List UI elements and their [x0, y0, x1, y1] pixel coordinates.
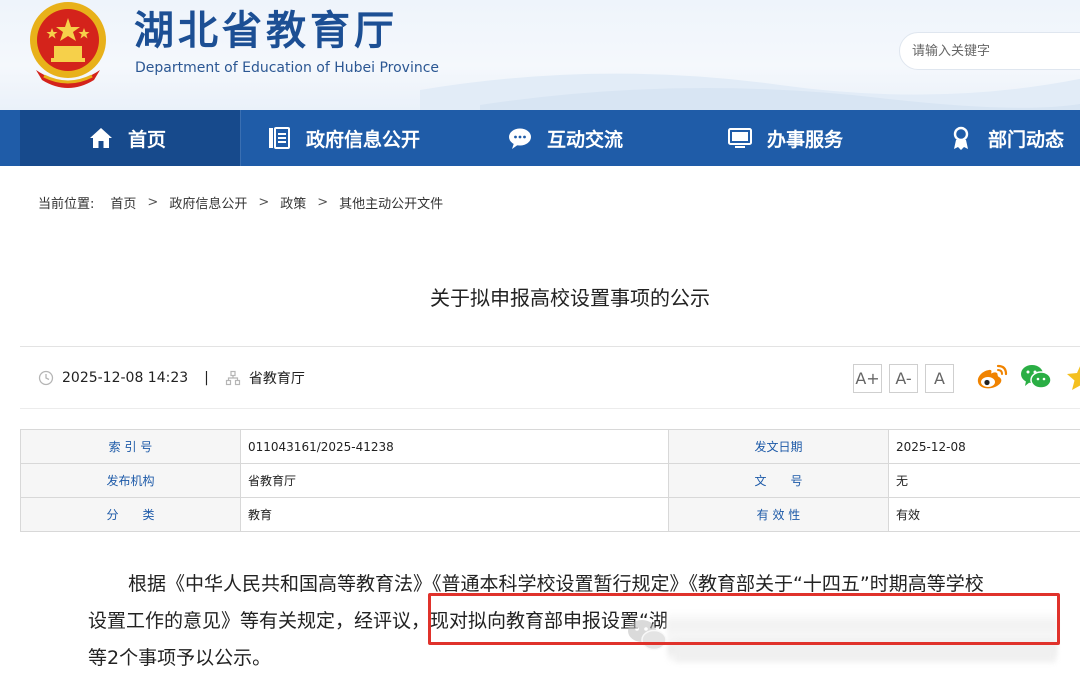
wechat-icon[interactable] — [1019, 362, 1053, 392]
nav-item-gov-info[interactable]: 政府信息公开 — [266, 110, 420, 166]
article-title: 关于拟申报高校设置事项的公示 — [430, 286, 710, 310]
meta-divider-line — [20, 408, 1080, 409]
font-default-label: A — [934, 369, 945, 388]
breadcrumb-separator: > — [147, 194, 159, 210]
info-value-validity: 有效 — [888, 497, 1080, 532]
nav-item-interaction[interactable]: 互动交流 — [507, 110, 623, 166]
site-subtitle: Department of Education of Hubei Provinc… — [135, 60, 440, 76]
clock-icon — [38, 370, 54, 386]
nav-item-label: 互动交流 — [547, 128, 624, 151]
main-nav: 首页 政府信息公开 互动交流 办事服务 部门动态 — [0, 110, 1080, 166]
font-size-default-button[interactable]: A — [925, 364, 954, 393]
font-size-increase-button[interactable]: A+ — [853, 364, 882, 393]
breadcrumb-separator: > — [317, 194, 329, 210]
user-badge-icon — [948, 125, 974, 151]
nav-item-label: 办事服务 — [767, 128, 844, 151]
nav-item-label: 部门动态 — [988, 128, 1065, 151]
organization-icon — [225, 370, 240, 386]
font-decrease-label: A- — [895, 369, 912, 388]
breadcrumb-item-other-files[interactable]: 其他主动公开文件 — [339, 193, 443, 212]
info-key-index-number: 索 引 号 — [20, 429, 241, 464]
search-input[interactable] — [899, 32, 1080, 70]
info-key-document-number: 文 号 — [668, 463, 889, 498]
highlight-annotation-box — [428, 593, 1060, 645]
article-meta: 2025-12-08 14:23 | 省教育厅 — [38, 368, 305, 388]
home-icon — [88, 125, 114, 151]
info-value-document-number: 无 — [888, 463, 1080, 498]
publish-datetime: 2025-12-08 14:23 — [62, 370, 189, 386]
breadcrumb-item-gov-info[interactable]: 政府信息公开 — [169, 193, 247, 212]
font-increase-label: A+ — [855, 369, 880, 388]
nav-item-label: 政府信息公开 — [306, 128, 421, 151]
table-row: 发布机构 省教育厅 文 号 无 — [20, 463, 1080, 498]
monitor-icon — [727, 125, 753, 151]
article-source: 省教育厅 — [248, 371, 305, 387]
info-value-publisher: 省教育厅 — [240, 463, 669, 498]
star-icon[interactable] — [1064, 362, 1080, 392]
info-key-validity: 有 效 性 — [668, 497, 889, 532]
weibo-icon[interactable] — [975, 362, 1009, 392]
breadcrumb-item-policy[interactable]: 政策 — [280, 193, 306, 212]
nav-item-services[interactable]: 办事服务 — [727, 110, 843, 166]
font-size-decrease-button[interactable]: A- — [889, 364, 918, 393]
info-value-category: 教育 — [240, 497, 669, 532]
breadcrumb: 当前位置: 首页 > 政府信息公开 > 政策 > 其他主动公开文件 — [38, 193, 443, 212]
info-value-index-number: 011043161/2025-41238 — [240, 429, 669, 464]
nav-divider — [240, 110, 241, 166]
document-list-icon — [266, 125, 292, 151]
table-row: 分 类 教育 有 效 性 有效 — [20, 497, 1080, 532]
table-row: 索 引 号 011043161/2025-41238 发文日期 2025-12-… — [20, 429, 1080, 464]
title-divider — [20, 346, 1080, 347]
info-key-category: 分 类 — [20, 497, 241, 532]
meta-divider: | — [204, 370, 209, 386]
site-title[interactable]: 湖北省教育厅 — [134, 8, 398, 54]
info-key-publisher: 发布机构 — [20, 463, 241, 498]
breadcrumb-separator: > — [258, 194, 270, 210]
nav-item-department-news[interactable]: 部门动态 — [948, 110, 1064, 166]
info-key-issue-date: 发文日期 — [668, 429, 889, 464]
breadcrumb-label: 当前位置: — [38, 196, 95, 212]
chat-bubble-icon — [507, 125, 533, 151]
national-emblem-icon — [30, 2, 106, 88]
info-value-issue-date: 2025-12-08 — [888, 429, 1080, 464]
breadcrumb-item-home[interactable]: 首页 — [110, 193, 136, 212]
nav-item-home[interactable]: 首页 — [20, 110, 240, 166]
nav-item-label: 首页 — [128, 128, 167, 151]
document-info-table: 索 引 号 011043161/2025-41238 发文日期 2025-12-… — [20, 429, 1080, 532]
site-header: 湖北省教育厅 Department of Education of Hubei … — [0, 0, 1080, 110]
